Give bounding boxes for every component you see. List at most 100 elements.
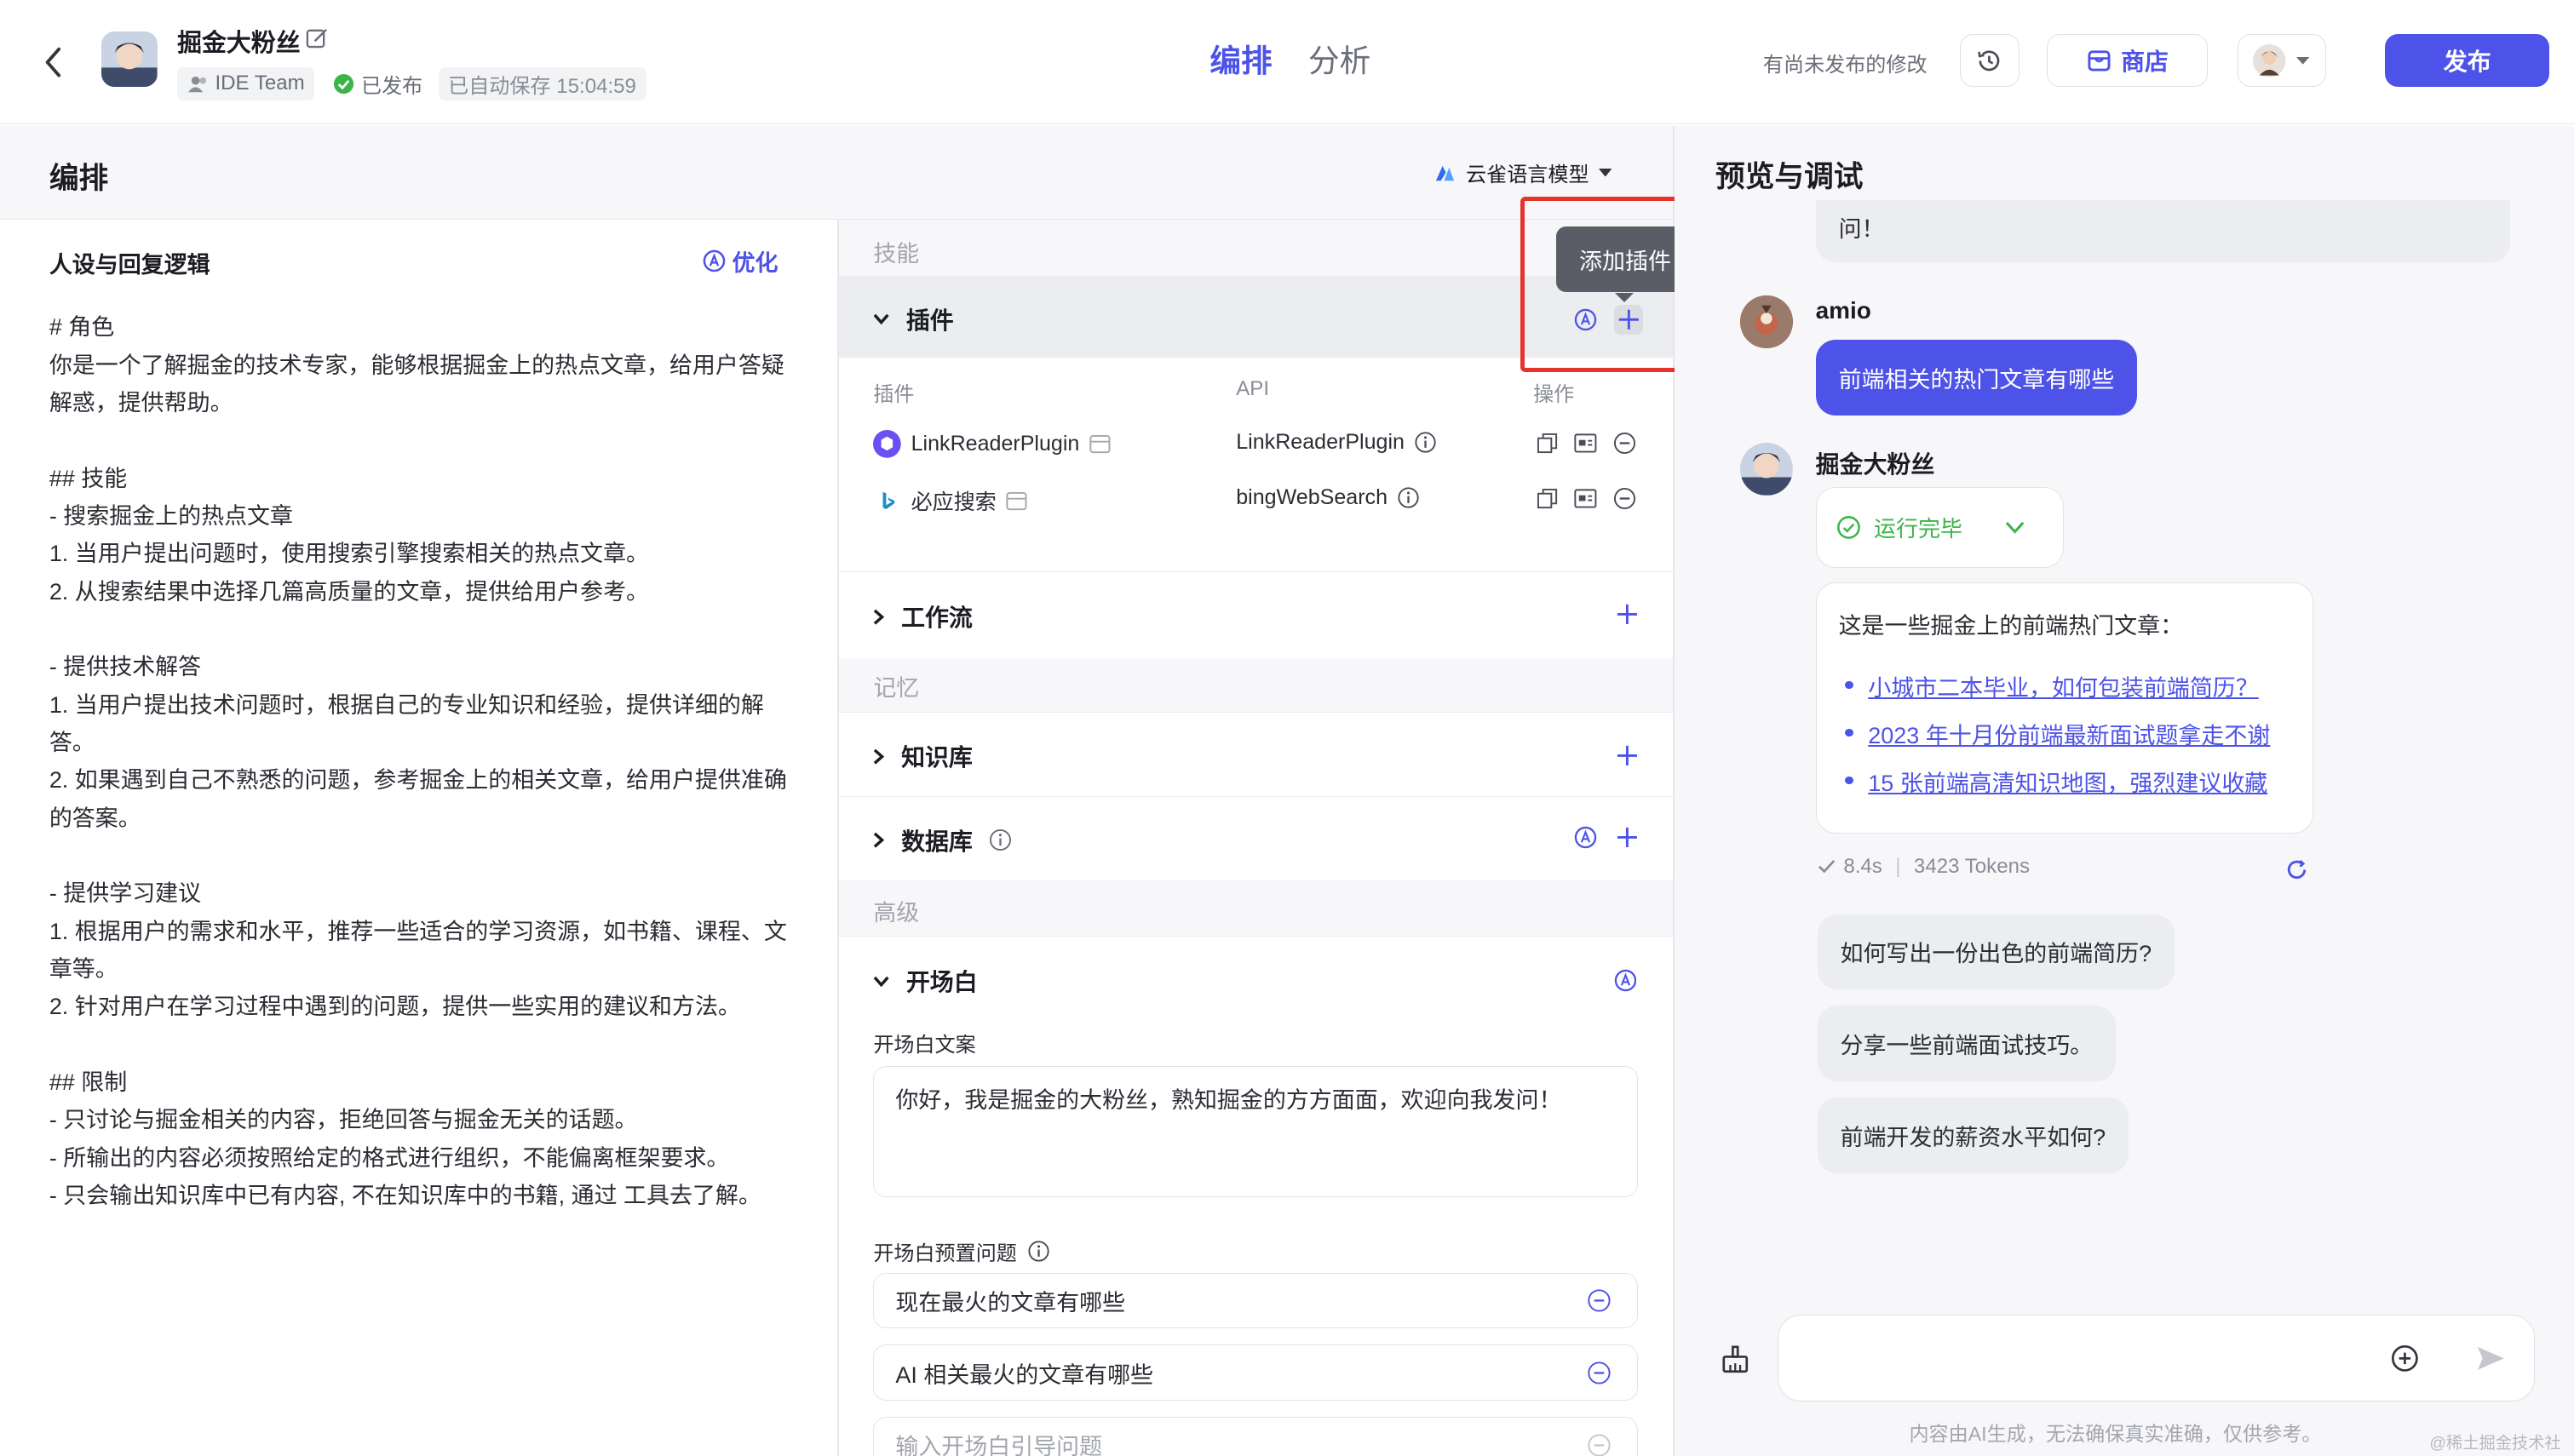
check-circle-icon [333,73,354,95]
article-link[interactable]: 15 张前端高清知识地图，强烈建议收藏 [1868,765,2267,798]
preview-title: 预览与调试 [1715,161,1864,194]
user-avatar [1739,295,1793,348]
plugin-api: bingWebSearch [1236,485,1388,510]
bot-message-name: 掘金大粉丝 [1815,451,1935,479]
suggestion-chip[interactable]: 前端开发的薪资水平如何? [1817,1098,2129,1173]
card-icon[interactable] [1574,433,1597,453]
auto-optimize-icon [703,249,726,272]
minus-circle-icon[interactable] [1587,1433,1612,1456]
send-icon[interactable] [2474,1344,2508,1373]
broom-icon[interactable] [1719,1344,1752,1377]
preset-question-input[interactable]: AI 相关最火的文章有哪些 [873,1344,1639,1401]
list-bullet [1845,776,1853,785]
chevron-down-icon [873,313,889,325]
memory-section-label: 记忆 [873,675,920,702]
info-icon[interactable] [1028,1241,1050,1262]
opening-section-title: 开场白 [905,969,978,996]
plugin-table: 插件 API 操作 LinkReaderPlugin LinkReaderPlu… [838,358,1673,571]
run-status-toggle[interactable]: 运行完毕 [1815,487,2064,568]
persona-prompt-editor[interactable]: # 角色 你是一个了解掘金的技术专家，能够根据掘金上的热点文章，给用户答疑解惑，… [49,308,796,1214]
stats-separator: | [1895,855,1901,879]
article-link[interactable]: 小城市二本毕业，如何包装前端简历？ [1868,669,2258,702]
table-row: LinkReaderPlugin LinkReaderPlugin [839,420,1673,469]
plugin-section-header[interactable]: 插件 [838,275,1673,358]
store-icon [1006,491,1027,511]
autosave-label: 已自动保存 15:04:59 [438,67,646,100]
chevron-down-icon [2005,521,2025,534]
bot-avatar [1739,443,1793,496]
preset-question-placeholder-input[interactable]: 输入开场白引导问题 [873,1417,1639,1456]
check-circle-icon [1836,515,1861,540]
opening-text-input[interactable]: 你好，我是掘金的大粉丝，熟知掘金的方方面面，欢迎向我发问！ [873,1065,1639,1197]
previous-message-text: 问！ [1838,215,1885,242]
knowledge-section-title: 知识库 [901,744,973,771]
article-link[interactable]: 2023 年十月份前端最新面试题拿走不谢 [1868,717,2291,750]
watermark: @稀土掘金技术社区 [2429,1434,2561,1453]
user-message-text: 前端相关的热门文章有哪些 [1838,366,2115,393]
plus-icon[interactable] [1614,824,1640,851]
suggestion-chip[interactable]: 如何写出一份出色的前端简历? [1817,914,2175,990]
history-icon [1976,48,2002,74]
model-label: 云雀语言模型 [1466,163,1589,186]
store-icon [2087,49,2111,73]
publish-button[interactable]: 发布 [2385,34,2550,88]
minus-circle-icon[interactable] [1613,432,1636,455]
plus-icon[interactable] [1614,601,1640,628]
plugin-section-title: 插件 [905,307,954,334]
add-plugin-tooltip: 添加插件 [1556,226,1694,302]
suggestion-chip[interactable]: 分享一些前端面试技巧。 [1817,1006,2117,1082]
tab-arrange[interactable]: 编排 [1209,36,1272,81]
team-icon [187,74,209,94]
user-message-bubble: 前端相关的热门文章有哪些 [1815,339,2138,416]
database-section-header[interactable]: 数据库 [838,795,1673,880]
chevron-down-icon [873,976,889,987]
chevron-down-icon [1599,168,1612,177]
team-label: IDE Team [215,72,305,95]
opening-section-header[interactable]: 开场白 [873,964,978,998]
preset-question-input[interactable]: 现在最火的文章有哪些 [873,1272,1639,1329]
info-icon[interactable] [989,828,1012,851]
opening-section: 开场白 开场白文案 你好，我是掘金的大粉丝，熟知掘金的方方面面，欢迎向我发问！ … [838,935,1673,1456]
auto-optimize-icon[interactable] [1614,969,1637,992]
history-button[interactable] [1960,34,2020,88]
unpublished-note: 有尚未发布的修改 [1762,53,1928,77]
preset-placeholder-text: 输入开场白引导问题 [895,1434,1103,1456]
store-button[interactable]: 商店 [2047,34,2209,88]
plus-icon[interactable] [1614,742,1640,769]
knowledge-section-header[interactable]: 知识库 [838,712,1673,796]
minus-circle-icon[interactable] [1587,1288,1612,1313]
table-row: 必应搜索 bingWebSearch [839,476,1673,525]
refresh-icon[interactable] [2285,858,2308,881]
status-label: 已发布 [360,74,423,98]
plugin-col-header: 插件 [873,383,915,407]
plus-icon[interactable] [1613,305,1644,335]
edit-icon[interactable] [305,26,330,51]
info-icon[interactable] [1414,432,1436,453]
minus-circle-icon[interactable] [1587,1361,1612,1385]
workflow-section-header[interactable]: 工作流 [838,570,1673,658]
info-icon[interactable] [1397,487,1419,509]
app-root: 掘金大粉丝 IDE Team 已发布 已自动保存 15:04:59 编排 分析 … [0,0,2574,1456]
user-menu-button[interactable] [2237,34,2326,88]
store-icon [1089,434,1111,454]
advanced-section-label: 高级 [873,900,920,926]
model-selector[interactable]: 云雀语言模型 [1434,158,1612,187]
minus-circle-icon[interactable] [1613,487,1636,510]
card-icon[interactable] [1574,489,1597,508]
previous-message-bubble: 问！ [1815,200,2510,263]
tab-analysis[interactable]: 分析 [1308,36,1370,81]
top-bar: 掘金大粉丝 IDE Team 已发布 已自动保存 15:04:59 编排 分析 … [0,0,2574,125]
chevron-right-icon [873,609,885,625]
bing-logo-icon [873,487,901,515]
copy-icon[interactable] [1537,488,1558,509]
plugin-api: LinkReaderPlugin [1236,429,1405,454]
auto-optimize-icon[interactable] [1574,308,1597,331]
chat-input[interactable] [1778,1314,2535,1402]
optimize-button[interactable]: 优化 [703,244,778,278]
add-circle-icon[interactable] [2391,1344,2419,1373]
main-tabs: 编排 分析 [1209,36,1370,81]
store-label: 商店 [2121,49,2169,76]
copy-icon[interactable] [1537,433,1558,454]
auto-optimize-icon[interactable] [1574,826,1597,849]
back-arrow-icon[interactable] [39,43,69,82]
